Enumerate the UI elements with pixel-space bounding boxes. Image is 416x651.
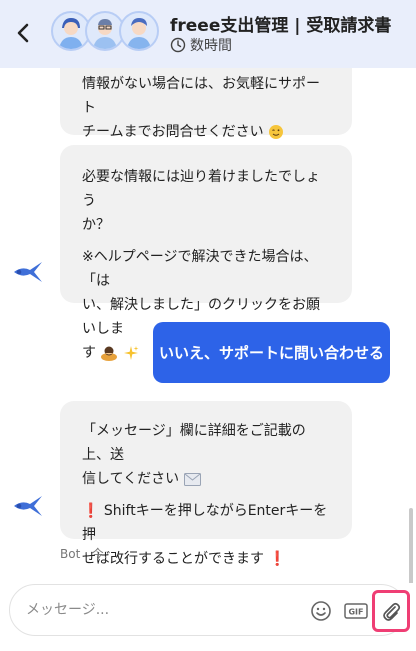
scrollbar[interactable]: [409, 508, 413, 583]
agent-avatars: [51, 11, 161, 53]
page-title: freee支出管理 | 受取請求書: [170, 16, 392, 36]
message-text: 情報がない場合には、お気軽にサポート: [82, 76, 320, 116]
clock-icon: [170, 37, 186, 53]
chat-area[interactable]: 情報がない場合には、お気軽にサポート チームまでお問合せください 必要な情報には…: [0, 68, 416, 583]
message-text: チームまでお問合せください: [82, 120, 330, 144]
response-time: 数時間: [170, 35, 232, 55]
message-meta: Bot · 今.: [60, 547, 108, 561]
bowing-person-emoji-icon: [101, 346, 118, 361]
bot-message: 「メッセージ」欄に詳細をご記載の上、送 信してください ❗ Shiftキーを押し…: [60, 401, 352, 567]
message-text: 「メッセージ」欄に詳細をご記載の上、送 信してください: [82, 423, 306, 487]
bot-message: 必要な情報には辿り着けましたでしょう か？ ※ヘルプページで解決できた場合は、「…: [60, 145, 352, 361]
message-input[interactable]: [26, 598, 286, 622]
wink-emoji-icon: [269, 125, 284, 139]
message-composer: GIF: [9, 584, 410, 636]
message-text: 必要な情報には辿り着けましたでしょう か？: [82, 169, 320, 233]
envelope-emoji-icon: [183, 472, 201, 486]
attach-button[interactable]: [372, 590, 410, 632]
response-time-label: 数時間: [190, 38, 232, 54]
exclamation-icon: ❗: [82, 503, 100, 519]
bird-logo-icon: [14, 496, 42, 516]
back-button[interactable]: [10, 18, 36, 48]
paperclip-icon: [383, 602, 401, 621]
sparkles-emoji-icon: [123, 346, 139, 360]
message-text: ❗ Shiftキーを押しながらEnterキーを押 せば改行することができます ❗: [82, 503, 328, 567]
smiley-icon[interactable]: [310, 600, 332, 622]
chevron-left-icon: [17, 23, 29, 43]
exclamation-icon: ❗: [268, 551, 286, 567]
chat-header: freee支出管理 | 受取請求書 数時間: [0, 0, 416, 68]
svg-text:GIF: GIF: [348, 608, 363, 617]
bot-message: 情報がない場合には、お気軽にサポート チームまでお問合せください: [60, 68, 352, 140]
user-message: いいえ、サポートに問い合わせる: [153, 322, 390, 383]
bird-logo-icon: [14, 262, 42, 282]
gif-icon[interactable]: GIF: [344, 603, 368, 619]
avatar: [119, 11, 159, 51]
